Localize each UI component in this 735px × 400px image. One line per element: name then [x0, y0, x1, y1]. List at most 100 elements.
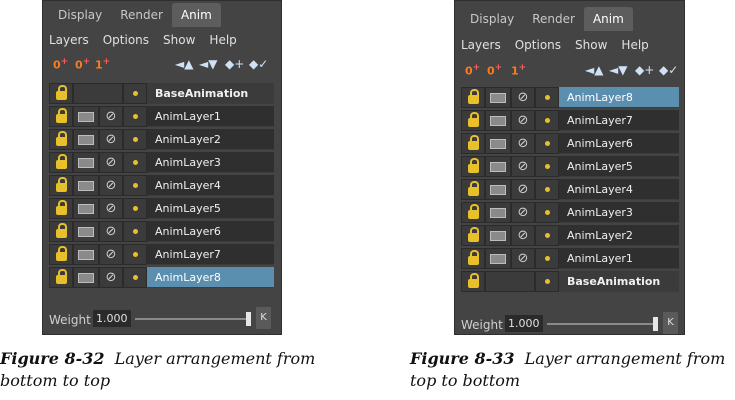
no-muting-icon[interactable]: ⊘ [511, 179, 535, 200]
menu-options[interactable]: Options [515, 38, 561, 52]
layer-name[interactable]: BaseAnimation [559, 271, 679, 292]
mute-icon[interactable] [485, 179, 511, 200]
lock-icon[interactable] [49, 106, 73, 127]
layer-row[interactable]: ⊘ AnimLayer4 [49, 175, 274, 196]
no-muting-icon[interactable]: ⊘ [511, 225, 535, 246]
lock-icon[interactable] [461, 156, 485, 177]
mute-icon[interactable] [485, 110, 511, 131]
layer-row[interactable]: ⊘ AnimLayer7 [49, 244, 274, 265]
no-muting-icon[interactable]: ⊘ [511, 248, 535, 269]
mute-icon[interactable] [485, 156, 511, 177]
solo-icon[interactable] [535, 156, 559, 177]
solo-icon[interactable] [123, 221, 147, 242]
create-from-selected-icon[interactable]: ◆✓ [659, 63, 678, 77]
weight-slider-handle[interactable] [246, 312, 251, 326]
lock-icon[interactable] [49, 221, 73, 242]
mute-icon[interactable] [73, 129, 99, 150]
solo-icon[interactable] [535, 248, 559, 269]
layer-name[interactable]: AnimLayer3 [147, 152, 274, 173]
layer-name[interactable]: AnimLayer6 [559, 133, 679, 154]
mute-icon[interactable] [485, 87, 511, 108]
layer-row[interactable]: ⊘ AnimLayer4 [461, 179, 679, 200]
tab-anim[interactable]: Anim [583, 7, 633, 31]
lock-icon[interactable] [49, 83, 73, 104]
solo-icon[interactable] [123, 83, 147, 104]
mute-icon[interactable] [73, 152, 99, 173]
lock-icon[interactable] [461, 87, 485, 108]
zero-key-icon[interactable]: 0+ [465, 63, 480, 78]
move-layer-down-icon[interactable]: ◄▼ [199, 57, 217, 71]
no-muting-icon[interactable]: ⊘ [99, 267, 123, 288]
layer-row[interactable]: ⊘ AnimLayer2 [461, 225, 679, 246]
key-weight-button[interactable]: K [663, 312, 678, 334]
mute-icon[interactable] [73, 106, 99, 127]
lock-icon[interactable] [461, 248, 485, 269]
no-muting-icon[interactable]: ⊘ [99, 106, 123, 127]
layer-row[interactable]: ⊘ AnimLayer1 [461, 248, 679, 269]
no-muting-icon[interactable]: ⊘ [99, 221, 123, 242]
weight-slider-handle[interactable] [653, 317, 658, 331]
mute-icon[interactable] [485, 225, 511, 246]
menu-layers[interactable]: Layers [49, 33, 89, 47]
layer-name[interactable]: AnimLayer2 [559, 225, 679, 246]
mute-icon[interactable] [73, 175, 99, 196]
no-muting-icon[interactable]: ⊘ [99, 129, 123, 150]
menu-help[interactable]: Help [621, 38, 648, 52]
layer-name[interactable]: AnimLayer5 [147, 198, 274, 219]
zero-key-selected-icon[interactable]: 0+ [75, 57, 90, 72]
zero-key-icon[interactable]: 0+ [53, 57, 68, 72]
solo-icon[interactable] [123, 267, 147, 288]
layer-name[interactable]: AnimLayer8 [147, 267, 274, 288]
no-muting-icon[interactable]: ⊘ [99, 198, 123, 219]
tab-anim[interactable]: Anim [171, 3, 221, 27]
tab-render[interactable]: Render [111, 3, 172, 27]
lock-icon[interactable] [461, 133, 485, 154]
no-muting-icon[interactable]: ⊘ [99, 244, 123, 265]
solo-icon[interactable] [535, 87, 559, 108]
tab-render[interactable]: Render [523, 7, 584, 31]
no-muting-icon[interactable]: ⊘ [99, 152, 123, 173]
solo-icon[interactable] [535, 202, 559, 223]
solo-icon[interactable] [535, 179, 559, 200]
layer-name[interactable]: BaseAnimation [147, 83, 274, 104]
no-muting-icon[interactable]: ⊘ [99, 175, 123, 196]
weight-slider-track[interactable] [135, 318, 249, 320]
layer-row[interactable]: ⊘ AnimLayer6 [49, 221, 274, 242]
mute-icon[interactable] [485, 248, 511, 269]
no-muting-icon[interactable]: ⊘ [511, 133, 535, 154]
mute-icon[interactable] [73, 267, 99, 288]
layer-name[interactable]: AnimLayer4 [147, 175, 274, 196]
layer-row[interactable]: ⊘ AnimLayer5 [49, 198, 274, 219]
lock-icon[interactable] [461, 110, 485, 131]
lock-icon[interactable] [49, 129, 73, 150]
solo-icon[interactable] [535, 133, 559, 154]
move-layer-down-icon[interactable]: ◄▼ [609, 63, 627, 77]
layer-name[interactable]: AnimLayer3 [559, 202, 679, 223]
lock-icon[interactable] [461, 202, 485, 223]
lock-icon[interactable] [49, 244, 73, 265]
key-weight-button[interactable]: K [256, 307, 271, 329]
tab-display[interactable]: Display [461, 7, 523, 31]
menu-layers[interactable]: Layers [461, 38, 501, 52]
layer-row[interactable]: ⊘ AnimLayer8 [49, 267, 274, 288]
lock-icon[interactable] [49, 267, 73, 288]
move-layer-up-icon[interactable]: ◄▲ [585, 63, 603, 77]
no-muting-icon[interactable]: ⊘ [511, 202, 535, 223]
layer-row[interactable]: ⊘ AnimLayer7 [461, 110, 679, 131]
solo-icon[interactable] [123, 129, 147, 150]
weight-slider-track[interactable] [547, 323, 655, 325]
menu-show[interactable]: Show [163, 33, 195, 47]
solo-icon[interactable] [535, 110, 559, 131]
lock-icon[interactable] [49, 175, 73, 196]
layer-row[interactable]: ⊘ AnimLayer2 [49, 129, 274, 150]
menu-options[interactable]: Options [103, 33, 149, 47]
one-key-icon[interactable]: 1+ [95, 57, 110, 72]
layer-name[interactable]: AnimLayer8 [559, 87, 679, 108]
zero-key-selected-icon[interactable]: 0+ [487, 63, 502, 78]
weight-field[interactable]: 1.000 [505, 315, 543, 332]
lock-icon[interactable] [461, 225, 485, 246]
layer-name[interactable]: AnimLayer7 [147, 244, 274, 265]
layer-row[interactable]: ⊘ AnimLayer5 [461, 156, 679, 177]
layer-row[interactable]: ⊘ AnimLayer3 [49, 152, 274, 173]
lock-icon[interactable] [49, 152, 73, 173]
